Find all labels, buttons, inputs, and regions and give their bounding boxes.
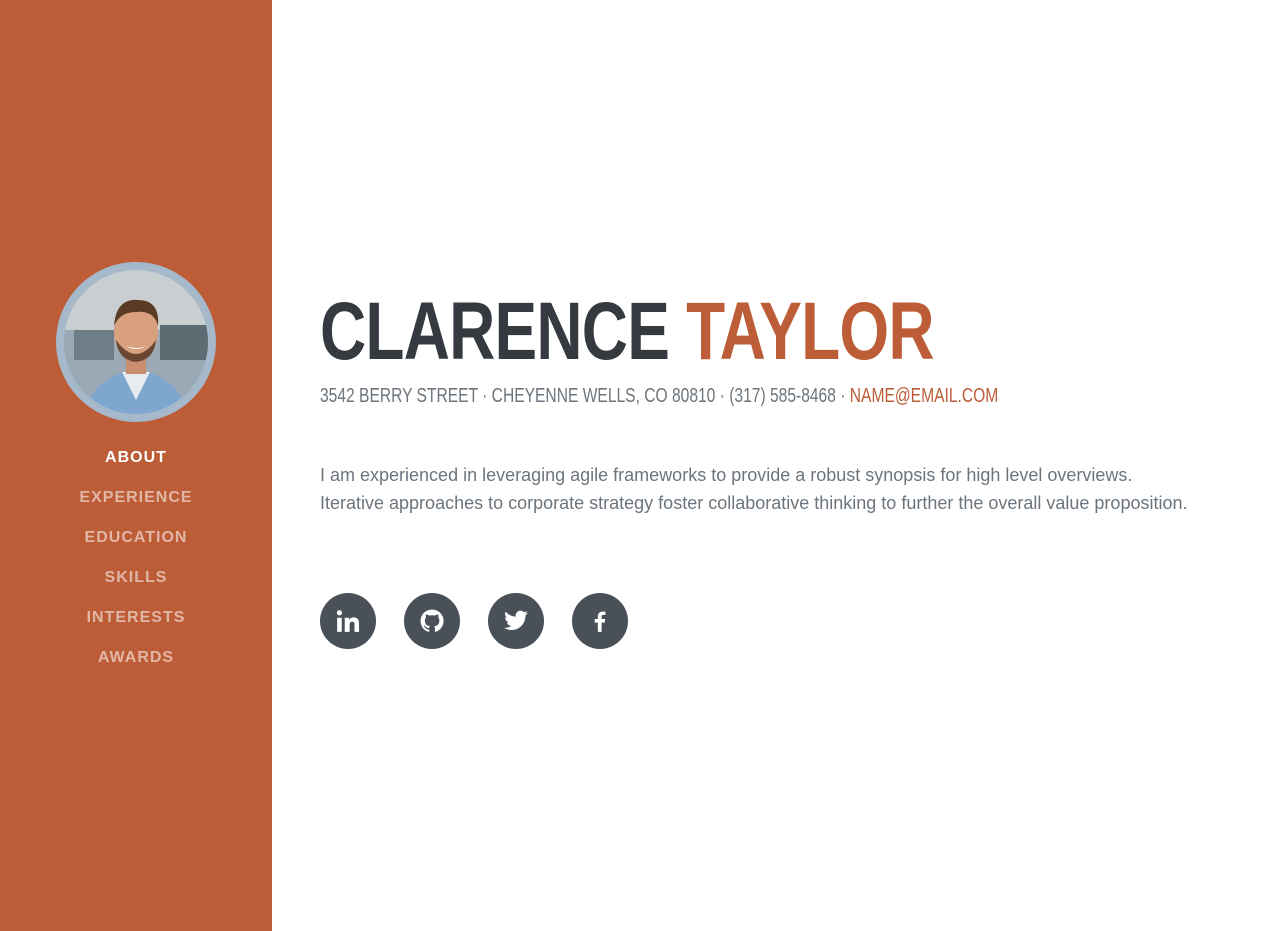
profile-photo (64, 270, 208, 414)
first-name: CLARENCE (320, 286, 670, 377)
facebook-icon (594, 611, 606, 632)
page-title: CLARENCE TAYLOR (320, 282, 935, 382)
nav-link-about[interactable]: ABOUT (105, 449, 167, 466)
contact-line: 3542 BERRY STREET · CHEYENNE WELLS, CO 8… (320, 382, 998, 410)
sidebar: ABOUT EXPERIENCE EDUCATION SKILLS INTERE… (0, 0, 272, 931)
nav-item-awards[interactable]: AWARDS (0, 640, 272, 680)
nav-item-interests[interactable]: INTERESTS (0, 600, 272, 640)
nav-link-education[interactable]: EDUCATION (85, 529, 188, 546)
nav-item-about[interactable]: ABOUT (0, 440, 272, 480)
nav-link-interests[interactable]: INTERESTS (87, 609, 186, 626)
facebook-button[interactable] (572, 593, 628, 649)
linkedin-button[interactable] (320, 593, 376, 649)
nav-item-education[interactable]: EDUCATION (0, 520, 272, 560)
bio-text: I am experienced in leveraging agile fra… (320, 465, 1188, 513)
nav-link-skills[interactable]: SKILLS (105, 569, 168, 586)
twitter-icon (504, 610, 528, 630)
last-name: TAYLOR (686, 286, 934, 377)
linkedin-icon (336, 610, 360, 632)
nav-item-experience[interactable]: EXPERIENCE (0, 480, 272, 520)
nav-link-awards[interactable]: AWARDS (98, 649, 174, 666)
avatar (56, 262, 216, 422)
github-icon (420, 609, 444, 632)
nav-link-experience[interactable]: EXPERIENCE (79, 489, 192, 506)
email-link[interactable]: NAME@EMAIL.COM (850, 385, 998, 407)
social-icons (320, 593, 656, 649)
nav-menu: ABOUT EXPERIENCE EDUCATION SKILLS INTERE… (0, 440, 272, 680)
nav-item-skills[interactable]: SKILLS (0, 560, 272, 600)
twitter-button[interactable] (488, 593, 544, 649)
github-button[interactable] (404, 593, 460, 649)
address-text: 3542 BERRY STREET · CHEYENNE WELLS, CO 8… (320, 385, 850, 407)
